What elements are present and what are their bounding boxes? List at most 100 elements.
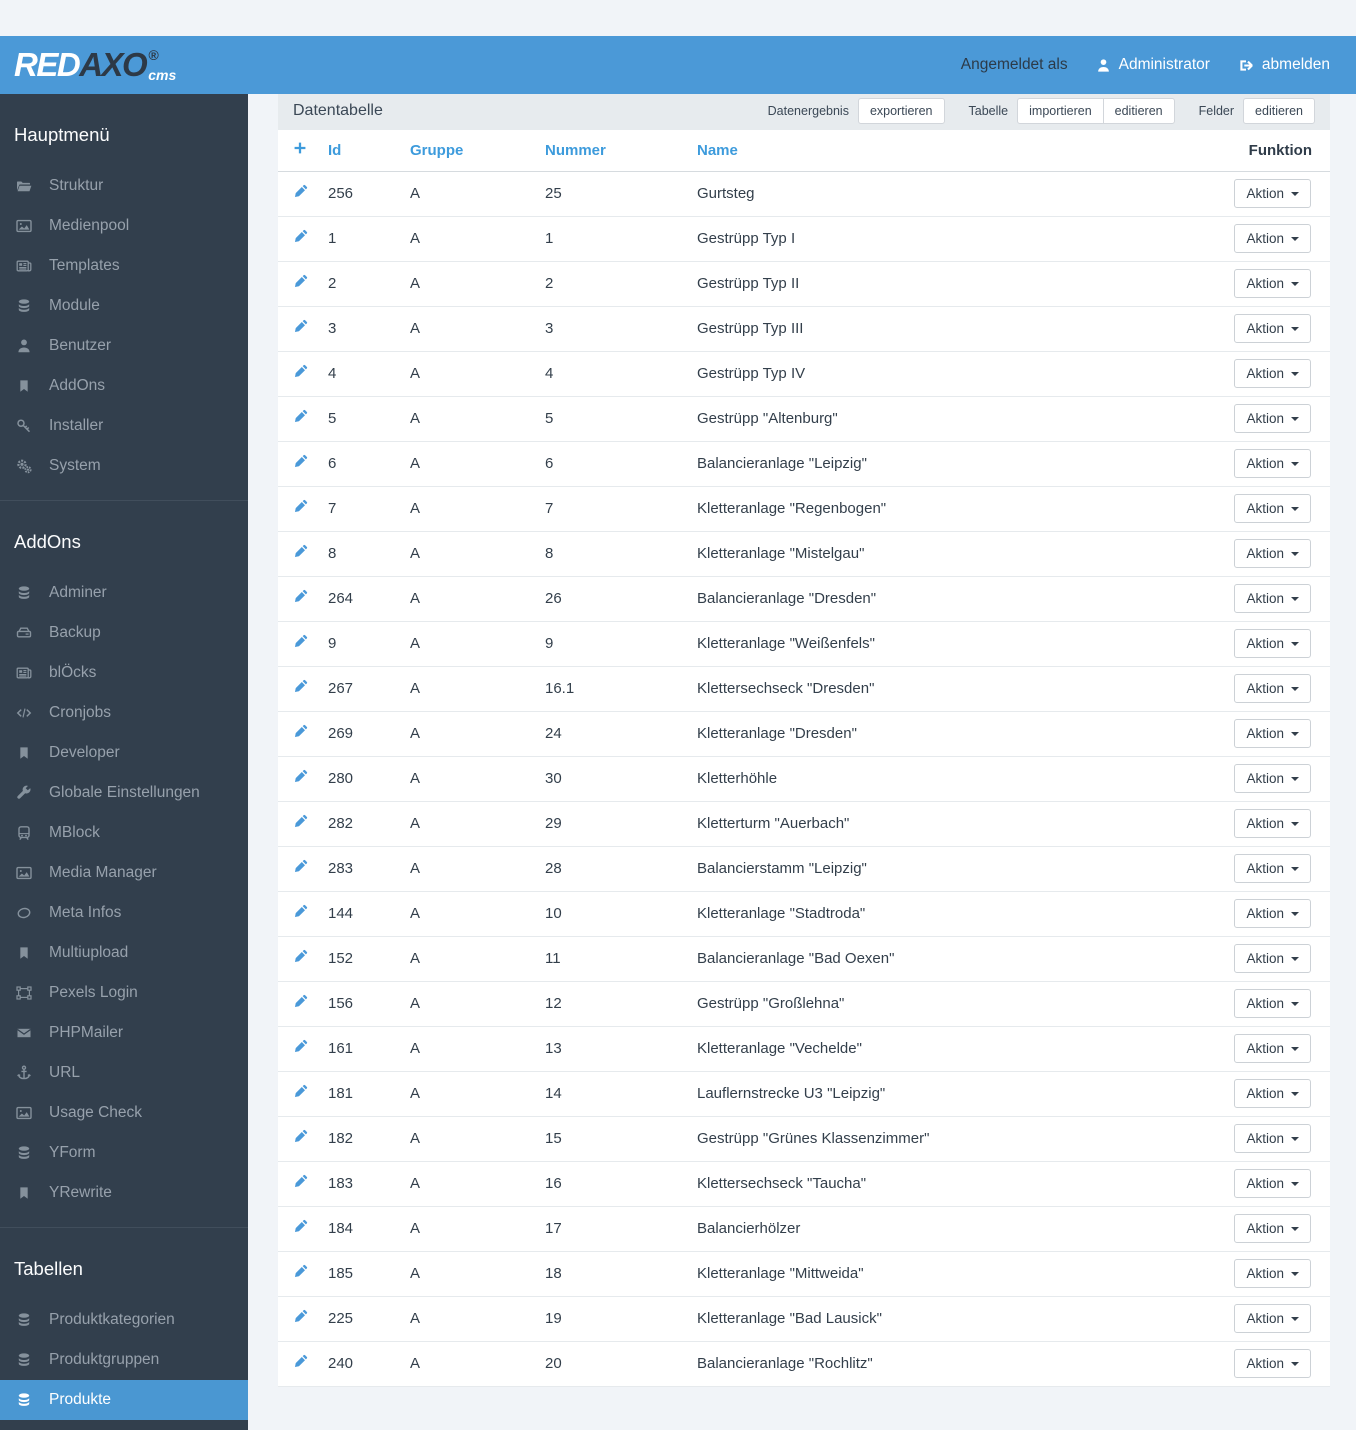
edit-pencil-icon[interactable] (293, 589, 308, 604)
sidebar-item-url[interactable]: URL (0, 1053, 248, 1093)
current-user-link[interactable]: Administrator (1096, 56, 1210, 74)
edit-pencil-icon[interactable] (293, 1084, 308, 1099)
aktion-dropdown-button[interactable]: Aktion (1234, 944, 1311, 973)
cell-nummer: 12 (545, 981, 697, 1027)
sidebar-item-adminer[interactable]: Adminer (0, 573, 248, 613)
sidebar-item-usage-check[interactable]: Usage Check (0, 1093, 248, 1133)
edit-pencil-icon[interactable] (293, 1309, 308, 1324)
edit-pencil-icon[interactable] (293, 904, 308, 919)
sidebar-item-mblock[interactable]: MBlock (0, 813, 248, 853)
edit-pencil-icon[interactable] (293, 814, 308, 829)
aktion-dropdown-button[interactable]: Aktion (1234, 764, 1311, 793)
aktion-dropdown-button[interactable]: Aktion (1234, 314, 1311, 343)
database-icon (14, 1311, 34, 1329)
aktion-dropdown-button[interactable]: Aktion (1234, 269, 1311, 298)
logout-link[interactable]: abmelden (1238, 56, 1330, 74)
sidebar-item-templates[interactable]: Templates (0, 246, 248, 286)
datenergebnis-exportieren-button[interactable]: exportieren (857, 98, 945, 124)
toolbar-group-felder: Felder editieren (1199, 98, 1315, 124)
edit-pencil-icon[interactable] (293, 499, 308, 514)
sidebar-item-produkte[interactable]: Produkte (0, 1380, 248, 1420)
edit-pencil-icon[interactable] (293, 1354, 308, 1369)
sidebar-item-blöcks[interactable]: blÖcks (0, 653, 248, 693)
cell-name: Kletteranlage "Bad Lausick" (697, 1296, 1200, 1342)
edit-pencil-icon[interactable] (293, 364, 308, 379)
edit-pencil-icon[interactable] (293, 1219, 308, 1234)
aktion-dropdown-button[interactable]: Aktion (1234, 1124, 1311, 1153)
sidebar-item-produktkategorien[interactable]: Produktkategorien (0, 1300, 248, 1340)
edit-pencil-icon[interactable] (293, 1264, 308, 1279)
edit-pencil-icon[interactable] (293, 679, 308, 694)
sidebar-item-backup[interactable]: Backup (0, 613, 248, 653)
aktion-dropdown-button[interactable]: Aktion (1234, 674, 1311, 703)
aktion-dropdown-button[interactable]: Aktion (1234, 1259, 1311, 1288)
edit-pencil-icon[interactable] (293, 544, 308, 559)
aktion-dropdown-button[interactable]: Aktion (1234, 449, 1311, 478)
edit-pencil-icon[interactable] (293, 1039, 308, 1054)
aktion-dropdown-button[interactable]: Aktion (1234, 224, 1311, 253)
aktion-dropdown-button[interactable]: Aktion (1234, 899, 1311, 928)
edit-pencil-icon[interactable] (293, 724, 308, 739)
aktion-dropdown-button[interactable]: Aktion (1234, 989, 1311, 1018)
aktion-dropdown-button[interactable]: Aktion (1234, 404, 1311, 433)
edit-pencil-icon[interactable] (293, 859, 308, 874)
edit-pencil-icon[interactable] (293, 409, 308, 424)
sidebar-item-yform[interactable]: YForm (0, 1133, 248, 1173)
edit-pencil-icon[interactable] (293, 184, 308, 199)
sidebar-item-system[interactable]: System (0, 446, 248, 486)
sidebar-item-pexels-login[interactable]: Pexels Login (0, 973, 248, 1013)
aktion-dropdown-button[interactable]: Aktion (1234, 494, 1311, 523)
aktion-dropdown-button[interactable]: Aktion (1234, 539, 1311, 568)
aktion-dropdown-button[interactable]: Aktion (1234, 1034, 1311, 1063)
sidebar-item-medienpool[interactable]: Medienpool (0, 206, 248, 246)
sidebar-item-struktur[interactable]: Struktur (0, 166, 248, 206)
aktion-dropdown-button[interactable]: Aktion (1234, 1214, 1311, 1243)
edit-pencil-icon[interactable] (293, 769, 308, 784)
data-table: Id Gruppe Nummer Name Funktion 256 A 25 Gurtste… (278, 130, 1330, 1387)
panel-toolbar: Datenergebnis exportieren Tabelle importier… (768, 98, 1315, 124)
sidebar-item-produktgruppen[interactable]: Produktgruppen (0, 1340, 248, 1380)
edit-pencil-icon[interactable] (293, 319, 308, 334)
aktion-dropdown-button[interactable]: Aktion (1234, 179, 1311, 208)
edit-pencil-icon[interactable] (293, 229, 308, 244)
sort-link-gruppe[interactable]: Gruppe (410, 142, 463, 159)
aktion-dropdown-button[interactable]: Aktion (1234, 1304, 1311, 1333)
sort-link-nummer[interactable]: Nummer (545, 142, 606, 159)
edit-pencil-icon[interactable] (293, 994, 308, 1009)
aktion-dropdown-button[interactable]: Aktion (1234, 1079, 1311, 1108)
sidebar-item-developer[interactable]: Developer (0, 733, 248, 773)
aktion-dropdown-button[interactable]: Aktion (1234, 1349, 1311, 1378)
aktion-dropdown-button[interactable]: Aktion (1234, 809, 1311, 838)
sidebar-item-globale-einstellungen[interactable]: Globale Einstellungen (0, 773, 248, 813)
sidebar-item-yrewrite[interactable]: YRewrite (0, 1173, 248, 1213)
aktion-dropdown-button[interactable]: Aktion (1234, 854, 1311, 883)
edit-pencil-icon[interactable] (293, 949, 308, 964)
felder-editieren-button[interactable]: editieren (1243, 98, 1315, 124)
sidebar-item-phpmailer[interactable]: PHPMailer (0, 1013, 248, 1053)
sidebar-item-benutzer[interactable]: Benutzer (0, 326, 248, 366)
sidebar-item-multiupload[interactable]: Multiupload (0, 933, 248, 973)
sidebar-item-cronjobs[interactable]: Cronjobs (0, 693, 248, 733)
edit-pencil-icon[interactable] (293, 454, 308, 469)
sidebar-item-addons[interactable]: AddOns (0, 366, 248, 406)
sidebar-item-media-manager[interactable]: Media Manager (0, 853, 248, 893)
edit-pencil-icon[interactable] (293, 634, 308, 649)
edit-pencil-icon[interactable] (293, 274, 308, 289)
sidebar-item-module[interactable]: Module (0, 286, 248, 326)
edit-pencil-icon[interactable] (293, 1174, 308, 1189)
aktion-dropdown-button[interactable]: Aktion (1234, 359, 1311, 388)
aktion-dropdown-button[interactable]: Aktion (1234, 629, 1311, 658)
sidebar-item-referenzen[interactable]: Referenzen (0, 1420, 248, 1430)
tabelle-importieren-button[interactable]: importieren (1017, 98, 1104, 124)
tabelle-editieren-button[interactable]: editieren (1102, 98, 1175, 124)
sidebar-item-installer[interactable]: Installer (0, 406, 248, 446)
sort-link-id[interactable]: Id (328, 142, 341, 159)
sidebar-section-title: AddOns (14, 531, 81, 552)
sort-link-name[interactable]: Name (697, 142, 738, 159)
aktion-dropdown-button[interactable]: Aktion (1234, 584, 1311, 613)
sidebar-item-meta-infos[interactable]: Meta Infos (0, 893, 248, 933)
aktion-dropdown-button[interactable]: Aktion (1234, 1169, 1311, 1198)
aktion-dropdown-button[interactable]: Aktion (1234, 719, 1311, 748)
add-row-plus-icon[interactable] (293, 141, 307, 155)
edit-pencil-icon[interactable] (293, 1129, 308, 1144)
